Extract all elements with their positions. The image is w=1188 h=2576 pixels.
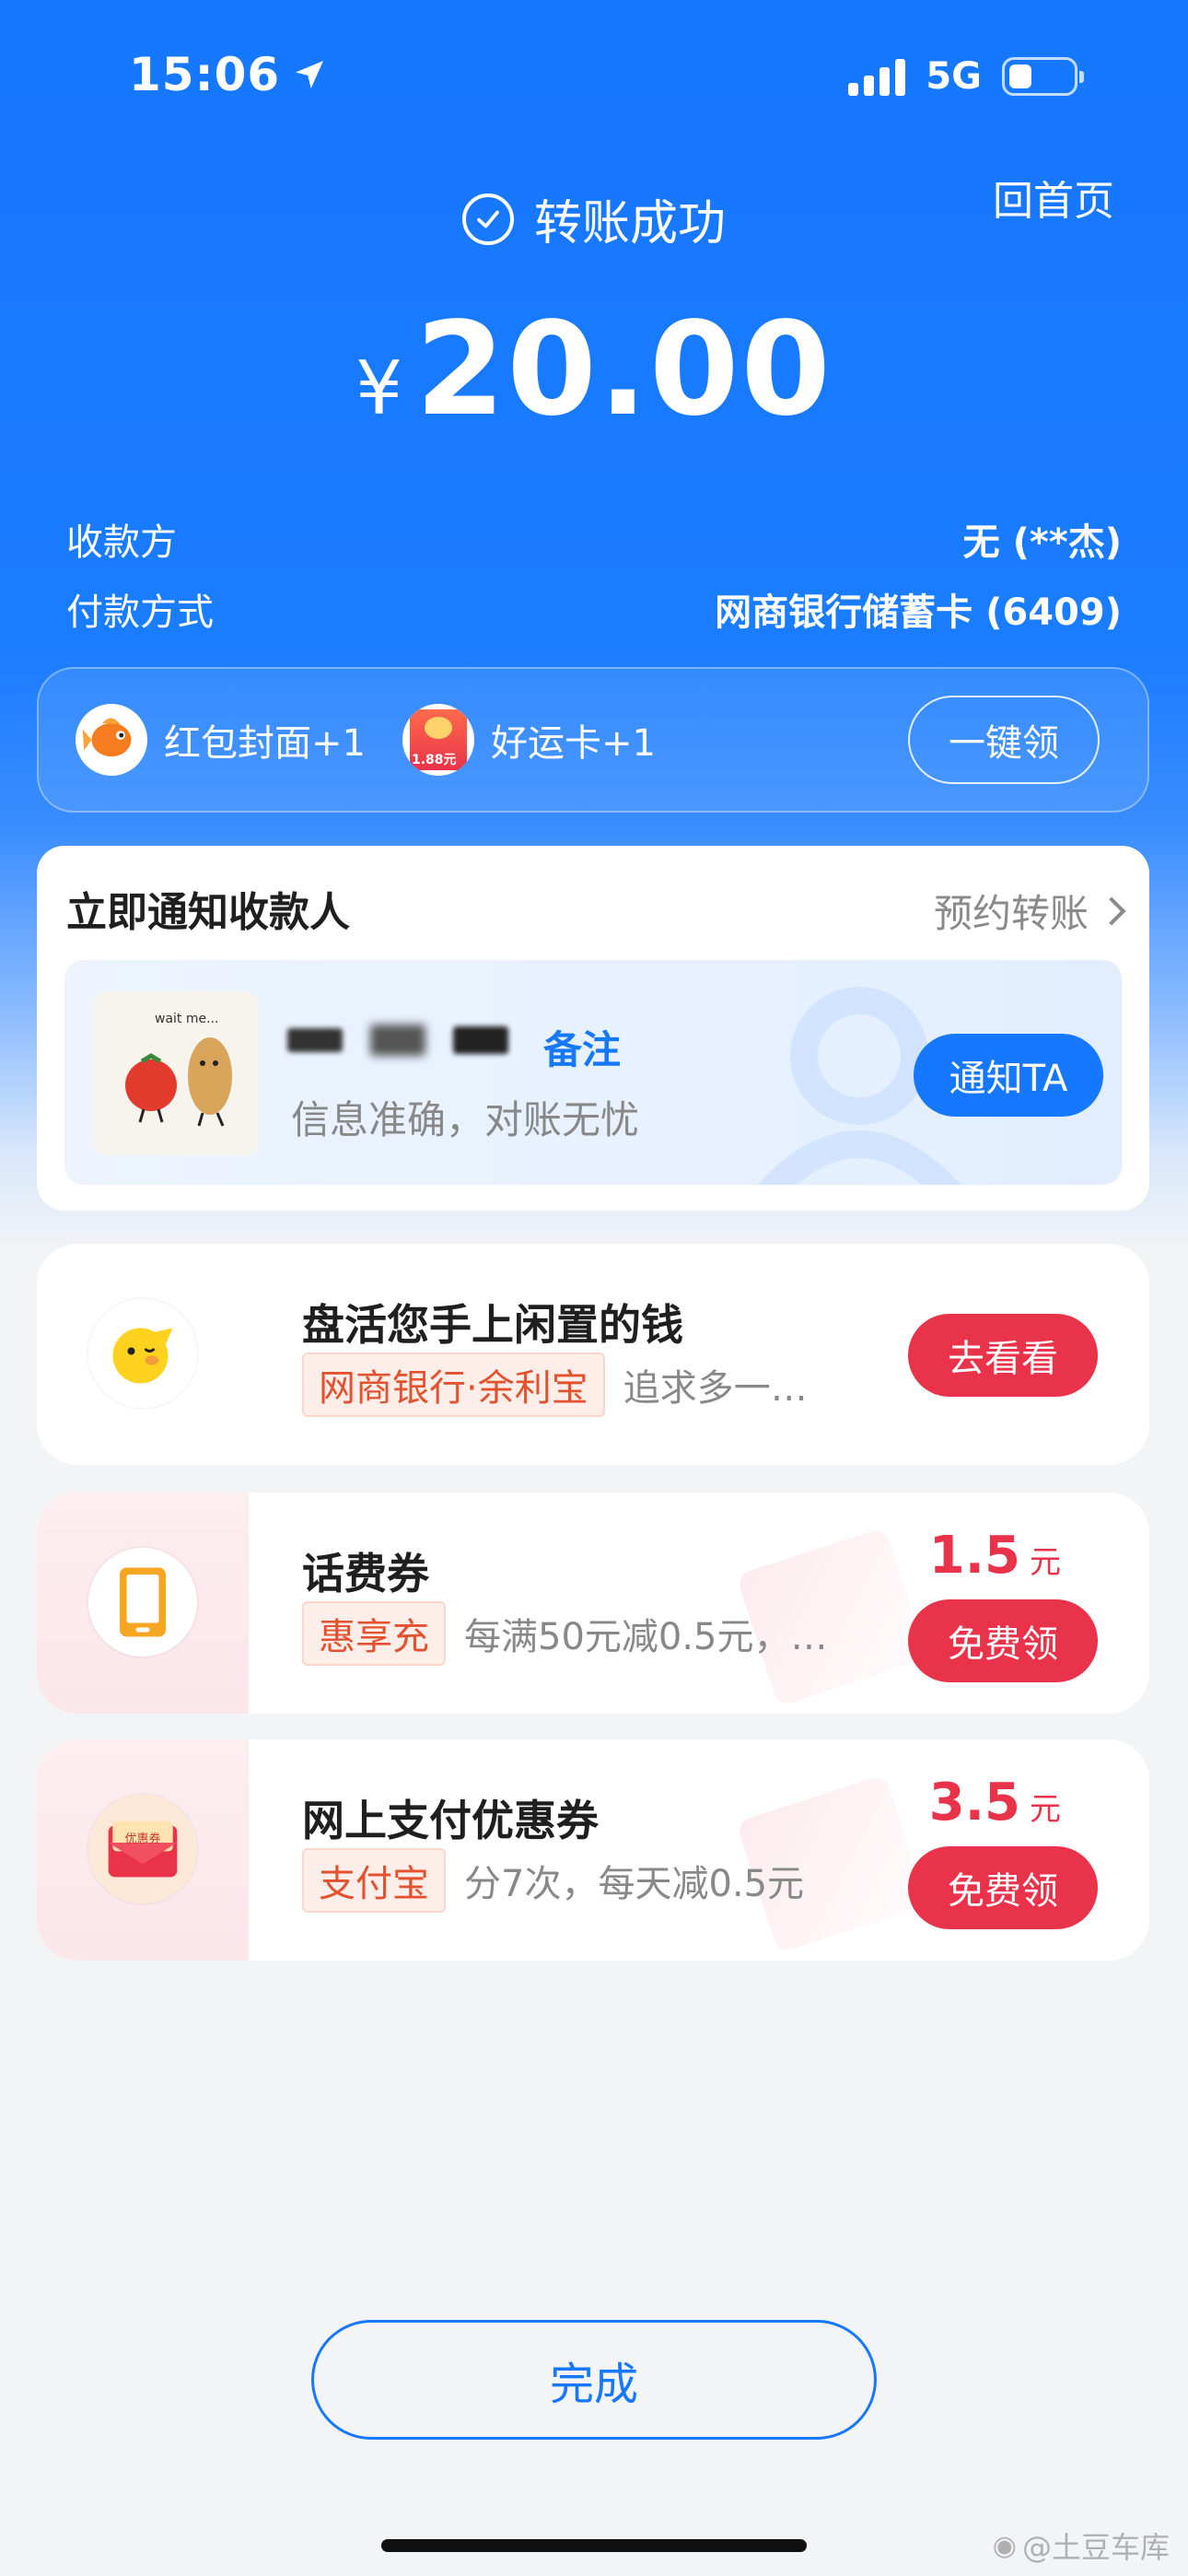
weibo-watermark: ◉ @土豆车库 [993,2524,1170,2567]
offer-card-payment-coupon[interactable]: 优惠券 网上支付优惠券 支付宝 分7次，每天减0.5元 3.5 元 免费领 [37,1739,1149,1961]
phone-icon [88,1548,197,1657]
success-text: 转账成功 [533,196,726,252]
view-button[interactable]: 去看看 [908,1314,1098,1397]
claim-free-button[interactable]: 免费领 [908,1599,1098,1682]
reward-lucky-card[interactable]: 1.88元 好运卡+1 [402,704,656,776]
schedule-transfer-link[interactable]: 预约转账 [933,883,1126,939]
battery-icon [1002,57,1084,96]
coupon-icon-text: 优惠券 [124,1832,161,1846]
payee-row: 收款方 无 (**杰) [66,512,1122,566]
piggy-icon [88,1299,197,1408]
payment-method-row: 付款方式 网商银行储蓄卡 (6409) [66,582,1122,636]
transfer-success: 转账成功 [0,184,1188,253]
offer-price: 1.5 元 [929,1526,1061,1586]
home-indicator[interactable] [381,2539,807,2552]
payee-name-redacted [287,1025,508,1056]
notify-panel: wait me... 备注 信息准确，对账无忧 通知TA [64,960,1122,1185]
done-button[interactable]: 完成 [311,2320,877,2440]
reward-lucky-card-label: 好运卡+1 [490,722,656,765]
payee-label: 收款方 [66,521,177,564]
chevron-right-icon [1097,896,1126,926]
price-value: 1.5 [928,1526,1020,1586]
clock-text: 15:06 [129,48,281,101]
remark-link[interactable]: 备注 [543,1019,621,1075]
offer-card-phone-coupon[interactable]: 话费券 惠享充 每满50元减0.5元，… 1.5 元 免费领 [37,1493,1149,1714]
price-unit: 元 [1030,1544,1061,1581]
watermark-text: @土豆车库 [1021,2530,1170,2565]
status-indicators: 5G [848,55,1084,98]
signal-icon [848,57,906,96]
offer-card-yulibao[interactable]: 盘活您手上闲置的钱 网商银行·余利宝 追求多一… 去看看 [37,1244,1149,1465]
location-arrow-icon [296,61,324,88]
schedule-transfer-label: 预约转账 [933,891,1089,936]
coupon-envelope-icon: 优惠券 [88,1795,197,1903]
price-unit: 元 [1030,1791,1061,1828]
reward-red-envelope[interactable]: 红包封面+1 [76,704,366,776]
offer-title: 话费券 [302,1549,429,1598]
reward-red-envelope-label: 红包封面+1 [164,722,366,765]
sticker-caption: wait me... [155,1012,219,1026]
offer-tagline: 网商银行·余利宝 追求多一… [302,1352,808,1417]
offer-price: 3.5 元 [929,1773,1061,1832]
offer-tag: 支付宝 [302,1848,446,1913]
rewards-bar: 红包封面+1 1.88元 好运卡+1 一键领 [37,667,1149,813]
offer-tagline: 惠享充 每满50元减0.5元，… [302,1601,828,1666]
payment-method-label: 付款方式 [66,591,214,634]
currency-symbol: ¥ [355,345,403,431]
lucky-card-icon: 1.88元 [402,704,474,776]
check-circle-icon [461,193,514,245]
offer-desc: 每满50元减0.5元，… [464,1616,828,1658]
notify-title: 立即通知收款人 [66,889,350,936]
payment-method-value: 网商银行储蓄卡 (6409) [715,591,1122,634]
offer-tagline: 支付宝 分7次，每天减0.5元 [302,1848,804,1913]
weibo-logo-icon: ◉ [992,2529,1017,2562]
goldfish-icon [76,704,147,776]
offer-tag: 网商银行·余利宝 [302,1352,605,1417]
lucky-card-badge: 1.88元 [411,753,457,767]
sticker-image: wait me... [94,991,258,1155]
claim-free-button[interactable]: 免费领 [908,1846,1098,1929]
payee-value: 无 (**杰) [962,521,1122,564]
offer-title: 网上支付优惠券 [302,1796,599,1845]
price-value: 3.5 [928,1773,1020,1832]
notify-ta-button[interactable]: 通知TA [914,1034,1103,1117]
offer-desc: 追求多一… [623,1367,808,1410]
transfer-amount: ¥ 20.00 [0,295,1188,445]
offer-tag: 惠享充 [302,1601,446,1666]
amount-value: 20.00 [415,295,833,445]
offer-desc: 分7次，每天减0.5元 [464,1863,805,1905]
offer-title: 盘活您手上闲置的钱 [302,1300,683,1350]
claim-all-button[interactable]: 一键领 [908,696,1100,784]
notify-subtitle: 信息准确，对账无忧 [291,1097,640,1142]
notify-payee-card: 立即通知收款人 预约转账 wait me... 备注 信息准确，对账无忧 通知T… [37,846,1149,1211]
status-time: 15:06 [129,48,328,101]
network-label: 5G [926,55,982,98]
